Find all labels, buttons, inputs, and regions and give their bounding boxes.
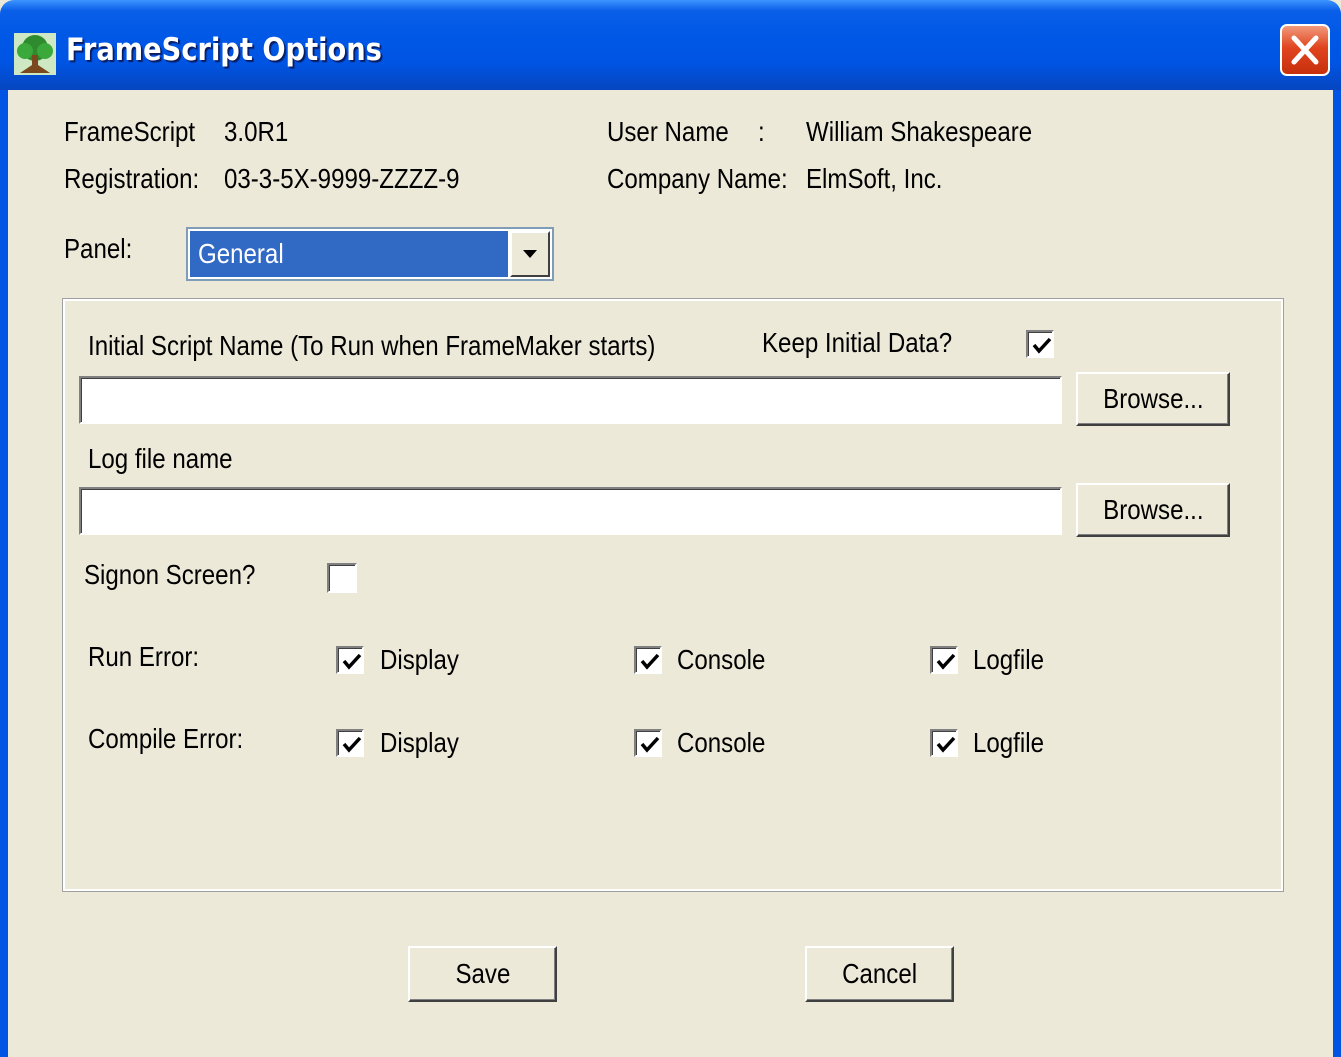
signon-screen-label: Signon Screen? bbox=[84, 559, 256, 590]
checkmark-icon bbox=[640, 736, 660, 753]
title-bar[interactable]: FrameScript Options bbox=[0, 0, 1341, 90]
company-name-value: ElmSoft, Inc. bbox=[806, 163, 943, 194]
log-file-input[interactable] bbox=[79, 487, 1062, 535]
run-error-console-checkbox[interactable] bbox=[634, 646, 662, 674]
checkmark-icon bbox=[1032, 337, 1052, 354]
window-frame-right bbox=[1333, 90, 1341, 1057]
compile-error-label: Compile Error: bbox=[88, 723, 244, 754]
panel-select-value: General bbox=[190, 231, 508, 277]
window-title: FrameScript Options bbox=[66, 32, 382, 68]
registration-label: Registration: bbox=[64, 163, 200, 194]
panel-dropdown-button[interactable] bbox=[510, 231, 550, 277]
user-name-label: User Name bbox=[607, 116, 729, 147]
product-label: FrameScript bbox=[64, 116, 196, 147]
initial-script-input[interactable] bbox=[79, 376, 1062, 424]
run-error-logfile-checkbox[interactable] bbox=[930, 646, 958, 674]
close-icon bbox=[1291, 35, 1319, 65]
product-version: 3.0R1 bbox=[224, 116, 289, 147]
compile-error-display-checkbox[interactable] bbox=[336, 729, 364, 757]
panel-label: Panel: bbox=[64, 233, 133, 264]
keep-initial-data-label: Keep Initial Data? bbox=[762, 327, 953, 358]
run-error-logfile-label: Logfile bbox=[973, 644, 1044, 675]
checkmark-icon bbox=[640, 653, 660, 670]
keep-initial-data-checkbox[interactable] bbox=[1026, 330, 1054, 358]
checkmark-icon bbox=[936, 653, 956, 670]
user-name-separator: : bbox=[758, 116, 765, 147]
signon-screen-checkbox[interactable] bbox=[327, 563, 357, 593]
run-error-console-label: Console bbox=[677, 644, 766, 675]
run-error-display-label: Display bbox=[380, 644, 459, 675]
compile-error-logfile-label: Logfile bbox=[973, 727, 1044, 758]
browse-initial-script-button[interactable]: Browse... bbox=[1076, 372, 1230, 426]
close-button[interactable] bbox=[1280, 24, 1330, 76]
checkmark-icon bbox=[342, 736, 362, 753]
save-button[interactable]: Save bbox=[408, 946, 557, 1002]
compile-error-display-label: Display bbox=[380, 727, 459, 758]
tree-icon bbox=[14, 33, 56, 75]
run-error-display-checkbox[interactable] bbox=[336, 646, 364, 674]
initial-script-label: Initial Script Name (To Run when FrameMa… bbox=[88, 330, 656, 361]
company-name-label: Company Name: bbox=[607, 163, 788, 194]
browse-log-file-button[interactable]: Browse... bbox=[1076, 483, 1230, 537]
run-error-label: Run Error: bbox=[88, 641, 200, 672]
compile-error-logfile-checkbox[interactable] bbox=[930, 729, 958, 757]
checkmark-icon bbox=[936, 736, 956, 753]
registration-value: 03-3-5X-9999-ZZZZ-9 bbox=[224, 163, 460, 194]
compile-error-console-checkbox[interactable] bbox=[634, 729, 662, 757]
panel-select[interactable]: General bbox=[186, 227, 554, 281]
compile-error-console-label: Console bbox=[677, 727, 766, 758]
chevron-down-icon bbox=[523, 250, 537, 258]
user-name-value: William Shakespeare bbox=[806, 116, 1033, 147]
checkmark-icon bbox=[342, 653, 362, 670]
log-file-label: Log file name bbox=[88, 443, 233, 474]
window-frame-left bbox=[0, 90, 8, 1057]
cancel-button[interactable]: Cancel bbox=[805, 946, 954, 1002]
